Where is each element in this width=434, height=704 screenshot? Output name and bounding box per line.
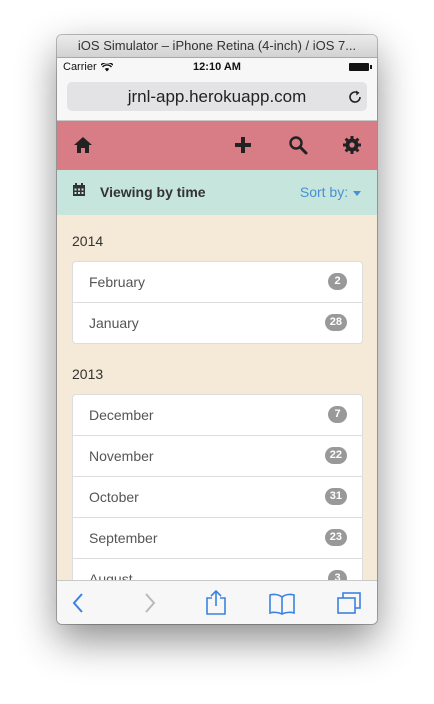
entry-count-badge: 23 [324,529,347,546]
month-list: December 7 November 22 October 31 Septem… [72,394,363,580]
share-icon[interactable] [205,589,227,615]
home-icon[interactable] [73,135,93,155]
app-navbar [57,121,377,170]
reload-icon[interactable] [347,89,363,105]
simulator-window: iOS Simulator – iPhone Retina (4-inch) /… [57,35,377,624]
sort-by-label: Sort by: [299,184,349,200]
entry-count-badge: 31 [324,488,347,505]
month-item[interactable]: December 7 [73,395,362,435]
entry-count-badge: 7 [328,406,347,423]
month-list: February 2 January 28 [72,261,363,344]
month-name: October [89,489,139,505]
status-time: 12:10 AM [193,61,241,73]
forward-icon[interactable] [143,592,157,614]
sort-by-dropdown[interactable]: Sort by: [300,184,361,200]
month-name: August [89,571,133,580]
entry-count-badge: 2 [328,273,347,290]
plus-icon[interactable] [233,135,253,155]
year-heading: 2013 [72,366,104,382]
month-item[interactable]: August 3 [73,558,362,580]
month-item[interactable]: October 31 [73,476,362,517]
tabs-icon[interactable] [336,591,362,615]
view-header: Viewing by time Sort by: [57,170,377,215]
entry-count-badge: 22 [324,447,347,464]
month-item[interactable]: September 23 [73,517,362,558]
calendar-icon [73,183,85,196]
month-item[interactable]: February 2 [73,262,362,302]
back-icon[interactable] [71,592,85,614]
month-name: December [89,407,154,423]
entry-count-badge: 28 [324,314,347,331]
status-bar: Carrier 12:10 AM [57,58,377,78]
caret-down-icon [353,190,361,196]
entry-count-badge: 3 [328,570,347,580]
month-name: September [89,530,158,546]
url-field[interactable]: jrnl-app.herokuapp.com [67,82,367,111]
gear-icon[interactable] [342,135,362,155]
month-name: February [89,274,146,290]
month-name: January [89,315,139,331]
browser-toolbar [57,580,377,624]
month-name: November [89,448,154,464]
battery-icon [349,63,372,71]
bookmarks-icon[interactable] [268,593,296,615]
year-heading: 2014 [72,233,104,249]
month-item[interactable]: January 28 [73,302,362,343]
month-item[interactable]: November 22 [73,435,362,476]
viewing-label: Viewing by time [100,184,206,200]
search-icon[interactable] [288,135,308,155]
simulator-title: iOS Simulator – iPhone Retina (4-inch) /… [57,35,377,58]
browser-address-bar: jrnl-app.herokuapp.com [57,78,377,121]
entries-by-month: 2014 February 2 January 28 2013 December… [57,215,377,580]
